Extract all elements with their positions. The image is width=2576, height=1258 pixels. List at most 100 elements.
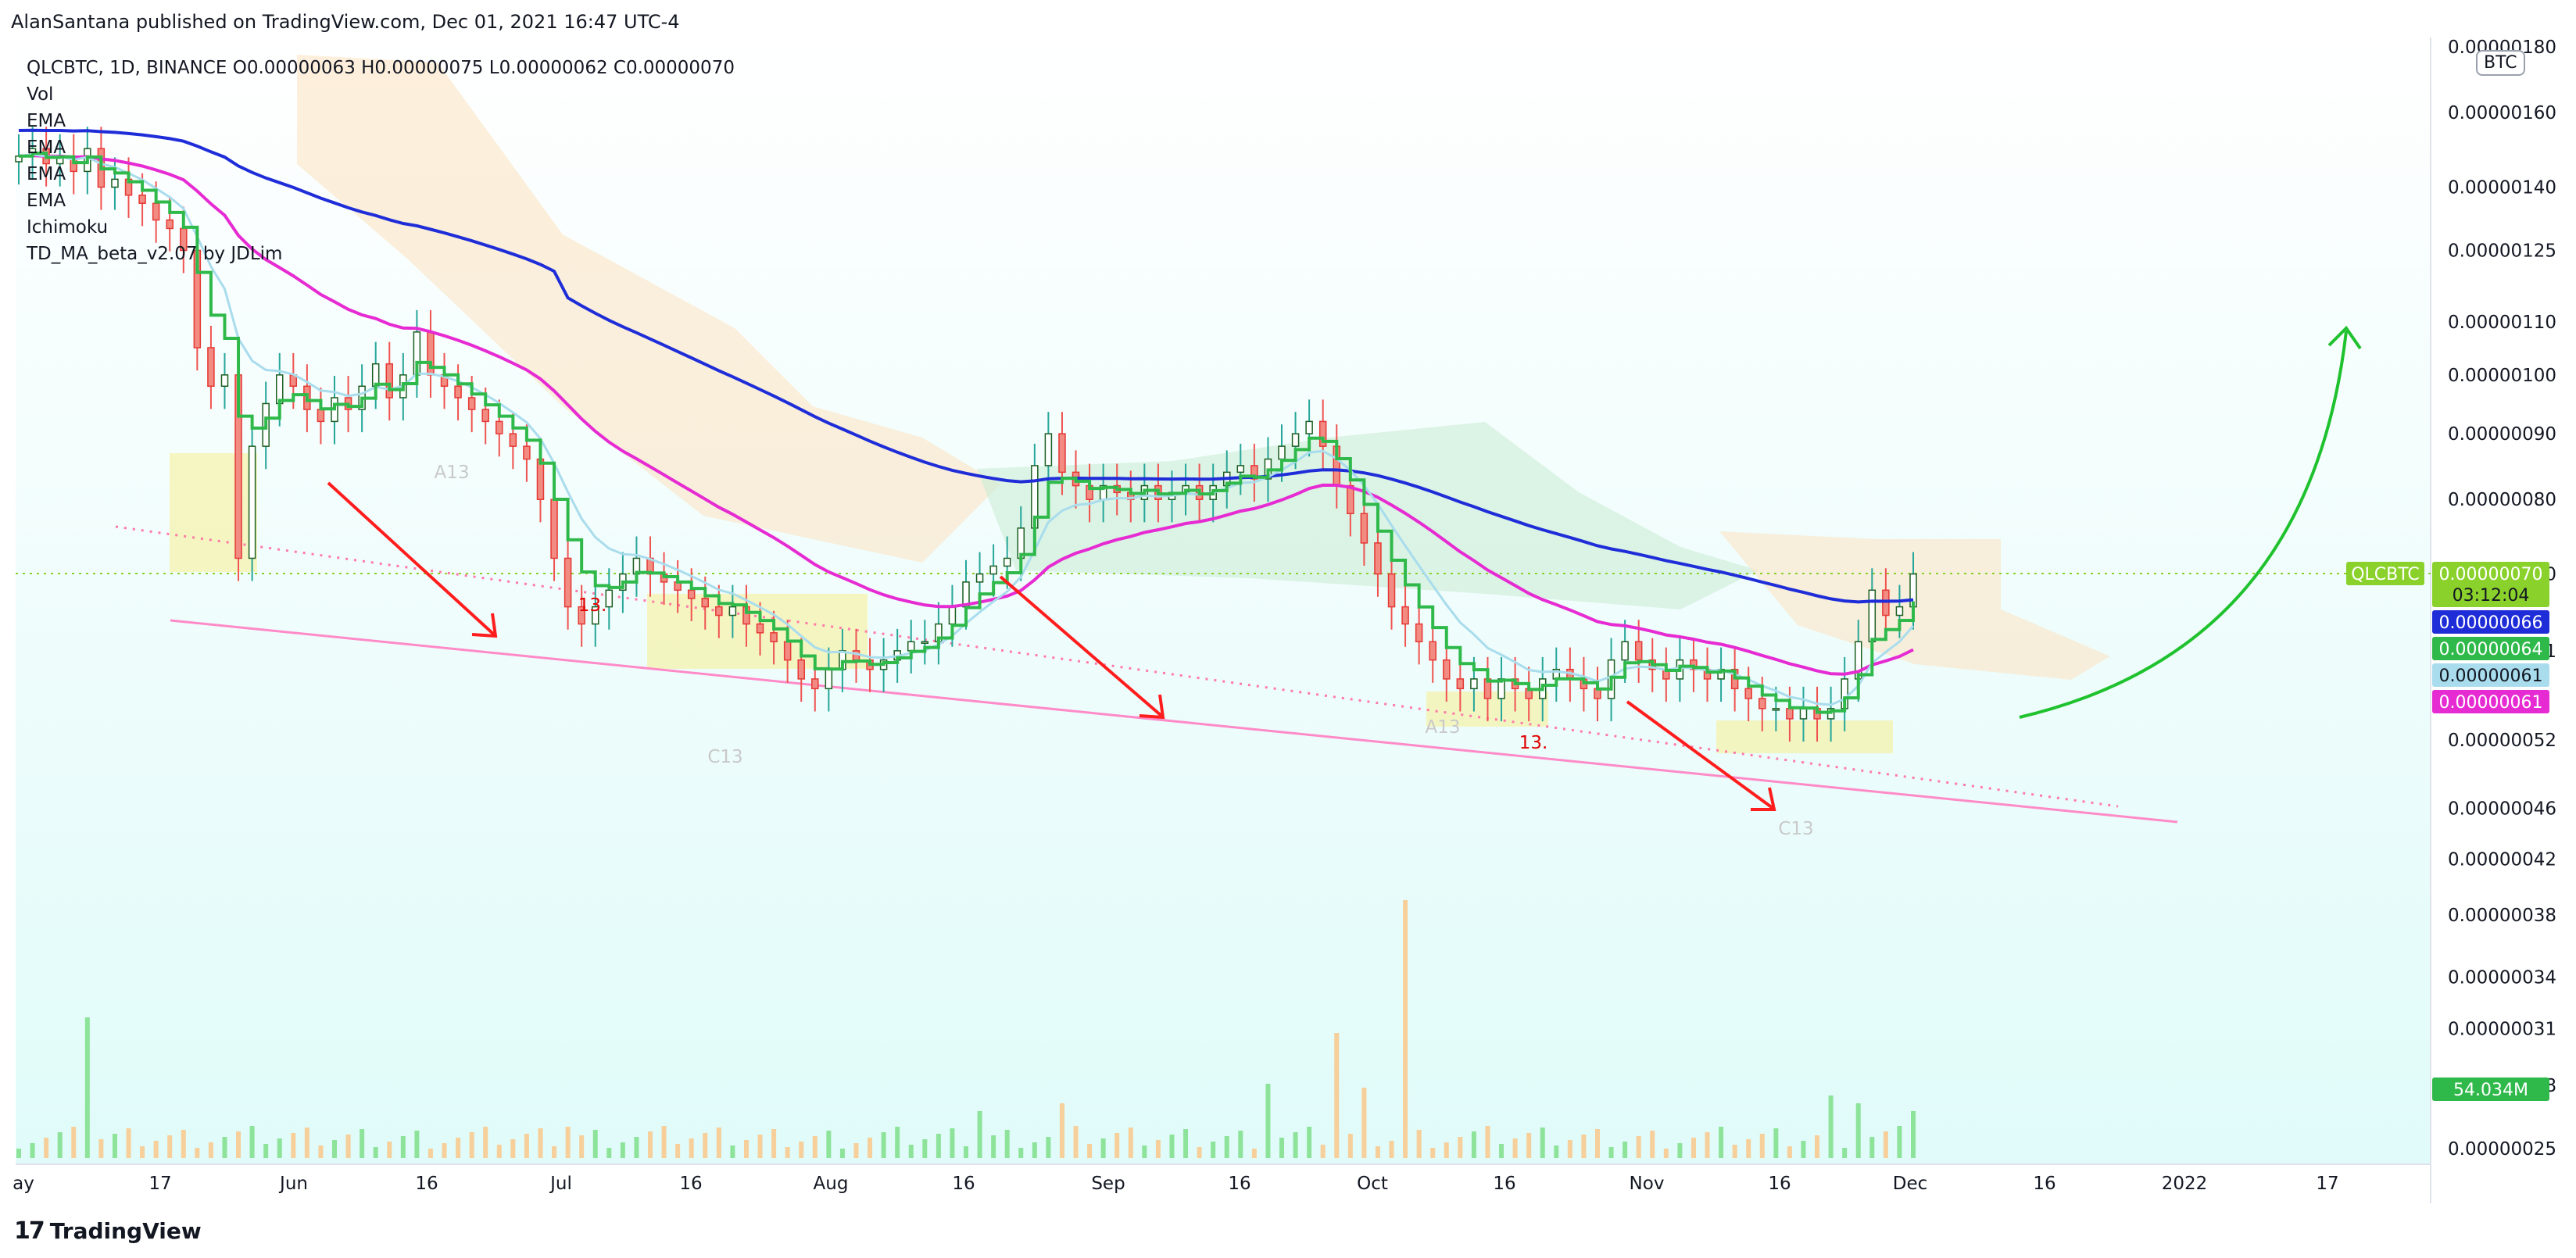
volume-bar xyxy=(1801,1141,1806,1158)
volume-bar xyxy=(1512,1138,1518,1158)
candle-body xyxy=(701,598,710,608)
volume-bar xyxy=(57,1132,63,1158)
volume-bar xyxy=(689,1138,694,1158)
candle-body xyxy=(687,589,696,599)
indicator-ichimoku[interactable]: Ichimoku xyxy=(27,214,735,241)
volume-bar xyxy=(167,1135,173,1158)
volume-bar xyxy=(98,1139,104,1158)
volume-bar xyxy=(1828,1095,1834,1158)
candle-body xyxy=(496,420,503,434)
candle-body xyxy=(220,374,229,388)
time-axis-area xyxy=(16,1164,2431,1203)
x-tick-label: ay xyxy=(13,1174,34,1194)
volume-bar xyxy=(208,1142,213,1158)
candle-body xyxy=(756,623,764,634)
highlight-box-1 xyxy=(170,453,257,572)
volume-bar xyxy=(263,1144,269,1158)
volume-bar xyxy=(1183,1129,1189,1158)
volume-bar xyxy=(1897,1126,1902,1158)
currency-badge[interactable]: BTC xyxy=(2476,50,2525,76)
volume-bar xyxy=(524,1134,529,1158)
x-tick-label: 16 xyxy=(2033,1174,2055,1194)
candle-body xyxy=(1278,445,1286,460)
volume-bar xyxy=(1705,1132,1710,1158)
volume-bar xyxy=(1759,1134,1765,1158)
volume-bar xyxy=(1677,1143,1683,1158)
indicator-td-ma[interactable]: TD_MA_beta_v2.07 by JDLim xyxy=(27,241,735,267)
price-tag-text: 0.00000070 xyxy=(2439,565,2543,584)
y-tick-label: 0.00000100 xyxy=(2448,366,2556,386)
volume-bar xyxy=(1128,1128,1133,1158)
volume-bar xyxy=(1375,1146,1380,1158)
volume-bar xyxy=(1636,1136,1641,1158)
indicator-ema-4[interactable]: EMA xyxy=(27,188,735,214)
volume-bar xyxy=(1690,1138,1696,1158)
candle-body xyxy=(1786,708,1794,720)
volume-bar xyxy=(936,1134,941,1158)
tradingview-logo-icon: 17 xyxy=(14,1217,45,1245)
volume-bar xyxy=(908,1145,914,1158)
volume-bar xyxy=(387,1142,392,1158)
price-tag-text: 0.00000066 xyxy=(2439,613,2543,633)
td-annotation: 13. xyxy=(578,595,607,616)
volume-bar xyxy=(414,1131,420,1158)
volume-bar xyxy=(620,1142,625,1158)
volume-bar xyxy=(771,1129,777,1158)
indicator-ema-1[interactable]: EMA xyxy=(27,108,735,134)
volume-bar xyxy=(1581,1135,1587,1158)
price-tag-text: 0.00000061 xyxy=(2439,667,2543,686)
volume-bar xyxy=(71,1127,77,1158)
volume-bar xyxy=(1416,1130,1422,1158)
candle-body xyxy=(1621,641,1629,661)
price-tag-text: QLCBTC xyxy=(2351,565,2420,584)
volume-bar xyxy=(483,1127,488,1158)
candle-body xyxy=(825,668,833,690)
x-tick-label: Oct xyxy=(1357,1174,1388,1194)
brand-footer[interactable]: 17 TradingView xyxy=(14,1217,202,1245)
volume-bar xyxy=(1347,1134,1353,1158)
td-annotation: 13. xyxy=(1519,733,1548,753)
candle-body xyxy=(523,445,531,460)
candle-body xyxy=(454,385,462,398)
volume-bar xyxy=(716,1128,721,1158)
indicator-ema-3[interactable]: EMA xyxy=(27,161,735,188)
volume-bar xyxy=(1059,1103,1064,1158)
brand-name: TradingView xyxy=(49,1218,202,1244)
candle-body xyxy=(1058,433,1066,474)
x-tick-label: 16 xyxy=(415,1174,438,1194)
volume-bar xyxy=(1307,1127,1312,1158)
td-annotation: C13 xyxy=(707,747,742,767)
y-tick-label: 0.00000110 xyxy=(2448,313,2556,333)
volume-bar xyxy=(1485,1126,1490,1158)
candle-body xyxy=(1429,641,1436,661)
volume-bar xyxy=(318,1145,324,1158)
volume-bar xyxy=(345,1135,351,1158)
volume-bar xyxy=(1361,1088,1367,1158)
volume-bar xyxy=(428,1149,433,1158)
y-tick-label: 0.00000038 xyxy=(2448,906,2556,926)
volume-bar xyxy=(1403,900,1408,1158)
candle-body xyxy=(907,641,915,652)
volume-bar xyxy=(592,1130,598,1158)
volume-bar xyxy=(1458,1137,1463,1158)
indicator-ema-2[interactable]: EMA xyxy=(27,134,735,161)
volume-bar xyxy=(1554,1145,1559,1158)
candle-body xyxy=(1374,542,1382,575)
volume-bar xyxy=(195,1148,200,1158)
volume-bar xyxy=(44,1138,49,1158)
volume-bar xyxy=(1279,1138,1284,1158)
highlight-box-4 xyxy=(1716,720,1893,753)
volume-bar xyxy=(964,1146,968,1158)
candle-body xyxy=(1236,465,1245,474)
symbol-line: QLCBTC, 1D, BINANCE O0.00000063 H0.00000… xyxy=(27,58,735,78)
volume-bar xyxy=(153,1141,159,1158)
indicator-vol[interactable]: Vol xyxy=(27,81,735,108)
candle-body xyxy=(207,347,215,388)
x-tick-label: 17 xyxy=(2316,1174,2338,1194)
candle-body xyxy=(1868,589,1877,643)
candle-body xyxy=(1758,698,1766,709)
candle-body xyxy=(248,445,256,559)
volume-bar xyxy=(950,1128,955,1158)
volume-bar xyxy=(510,1139,516,1158)
volume-bar xyxy=(538,1128,543,1158)
